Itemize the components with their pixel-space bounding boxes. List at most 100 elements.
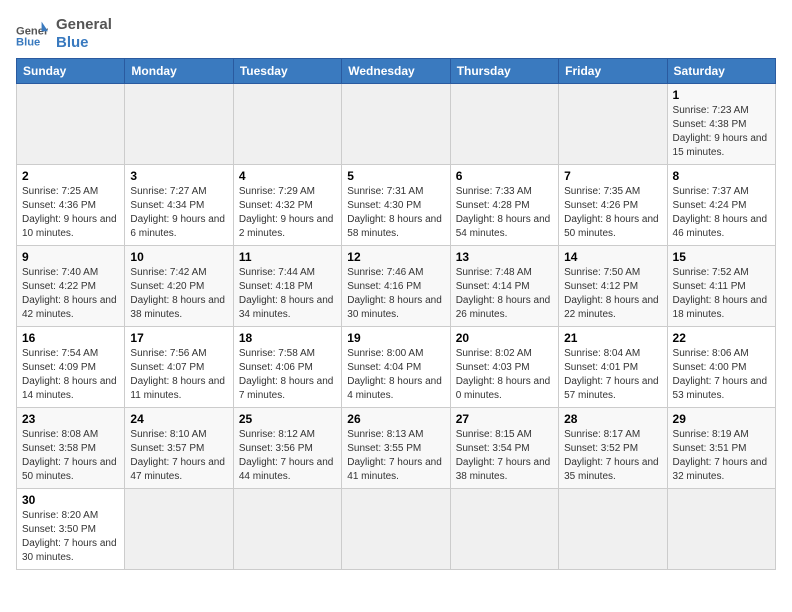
day-info: Sunrise: 8:19 AM Sunset: 3:51 PM Dayligh…: [673, 428, 770, 484]
day-number: 21: [564, 331, 661, 345]
calendar-cell: [233, 489, 341, 570]
calendar-cell: 8 Sunrise: 7:37 AM Sunset: 4:24 PM Daylig…: [667, 165, 775, 246]
calendar-cell: 24 Sunrise: 8:10 AM Sunset: 3:57 PM Dayli…: [125, 408, 233, 489]
day-number: 28: [564, 412, 661, 426]
day-info: Sunrise: 8:02 AM Sunset: 4:03 PM Dayligh…: [456, 347, 553, 403]
day-info: Sunrise: 7:46 AM Sunset: 4:16 PM Dayligh…: [347, 266, 444, 322]
calendar-cell: 4 Sunrise: 7:29 AM Sunset: 4:32 PM Daylig…: [233, 165, 341, 246]
day-number: 25: [239, 412, 336, 426]
weekday-header-thursday: Thursday: [450, 59, 558, 84]
calendar-week-row: 16 Sunrise: 7:54 AM Sunset: 4:09 PM Dayli…: [17, 327, 776, 408]
logo: General Blue General Blue: [16, 16, 112, 52]
weekday-header-friday: Friday: [559, 59, 667, 84]
day-info: Sunrise: 7:37 AM Sunset: 4:24 PM Dayligh…: [673, 185, 770, 241]
day-info: Sunrise: 8:13 AM Sunset: 3:55 PM Dayligh…: [347, 428, 444, 484]
day-number: 7: [564, 169, 661, 183]
day-number: 20: [456, 331, 553, 345]
day-info: Sunrise: 7:25 AM Sunset: 4:36 PM Dayligh…: [22, 185, 119, 241]
day-number: 3: [130, 169, 227, 183]
calendar-cell: 7 Sunrise: 7:35 AM Sunset: 4:26 PM Daylig…: [559, 165, 667, 246]
calendar-header-row: SundayMondayTuesdayWednesdayThursdayFrid…: [17, 59, 776, 84]
day-info: Sunrise: 8:10 AM Sunset: 3:57 PM Dayligh…: [130, 428, 227, 484]
page-header: General Blue General Blue: [16, 16, 776, 52]
day-info: Sunrise: 7:52 AM Sunset: 4:11 PM Dayligh…: [673, 266, 770, 322]
calendar-cell: 17 Sunrise: 7:56 AM Sunset: 4:07 PM Dayli…: [125, 327, 233, 408]
day-number: 5: [347, 169, 444, 183]
calendar-cell: 6Sunrise: 7:33 AM Sunset: 4:28 PM Daylig…: [450, 165, 558, 246]
calendar-cell: 27Sunrise: 8:15 AM Sunset: 3:54 PM Dayli…: [450, 408, 558, 489]
day-info: Sunrise: 7:50 AM Sunset: 4:12 PM Dayligh…: [564, 266, 661, 322]
calendar-cell: [450, 84, 558, 165]
calendar-cell: 19 Sunrise: 8:00 AM Sunset: 4:04 PM Dayli…: [342, 327, 450, 408]
day-number: 10: [130, 250, 227, 264]
calendar-cell: 9 Sunrise: 7:40 AM Sunset: 4:22 PM Daylig…: [17, 246, 125, 327]
day-number: 26: [347, 412, 444, 426]
day-number: 27: [456, 412, 553, 426]
day-info: Sunrise: 7:54 AM Sunset: 4:09 PM Dayligh…: [22, 347, 119, 403]
calendar-cell: [559, 489, 667, 570]
day-info: Sunrise: 7:44 AM Sunset: 4:18 PM Dayligh…: [239, 266, 336, 322]
day-number: 13: [456, 250, 553, 264]
day-info: Sunrise: 7:42 AM Sunset: 4:20 PM Dayligh…: [130, 266, 227, 322]
day-info: Sunrise: 8:17 AM Sunset: 3:52 PM Dayligh…: [564, 428, 661, 484]
calendar-cell: [667, 489, 775, 570]
calendar-cell: 14 Sunrise: 7:50 AM Sunset: 4:12 PM Dayli…: [559, 246, 667, 327]
calendar-cell: [450, 489, 558, 570]
day-info: Sunrise: 8:20 AM Sunset: 3:50 PM Dayligh…: [22, 509, 119, 565]
logo-general-text: General: [56, 16, 112, 34]
calendar-cell: 1 Sunrise: 7:23 AM Sunset: 4:38 PM Daylig…: [667, 84, 775, 165]
calendar-cell: 11 Sunrise: 7:44 AM Sunset: 4:18 PM Dayli…: [233, 246, 341, 327]
day-info: Sunrise: 7:56 AM Sunset: 4:07 PM Dayligh…: [130, 347, 227, 403]
calendar-table: SundayMondayTuesdayWednesdayThursdayFrid…: [16, 58, 776, 570]
calendar-cell: [17, 84, 125, 165]
day-number: 1: [673, 88, 770, 102]
calendar-cell: 2Sunrise: 7:25 AM Sunset: 4:36 PM Daylig…: [17, 165, 125, 246]
weekday-header-saturday: Saturday: [667, 59, 775, 84]
calendar-cell: 23 Sunrise: 8:08 AM Sunset: 3:58 PM Dayli…: [17, 408, 125, 489]
calendar-cell: 22Sunrise: 8:06 AM Sunset: 4:00 PM Dayli…: [667, 327, 775, 408]
svg-text:Blue: Blue: [16, 37, 40, 48]
day-number: 9: [22, 250, 119, 264]
day-number: 11: [239, 250, 336, 264]
day-info: Sunrise: 8:00 AM Sunset: 4:04 PM Dayligh…: [347, 347, 444, 403]
calendar-cell: [125, 84, 233, 165]
day-number: 4: [239, 169, 336, 183]
calendar-cell: [233, 84, 341, 165]
day-number: 30: [22, 493, 119, 507]
day-number: 23: [22, 412, 119, 426]
day-info: Sunrise: 7:23 AM Sunset: 4:38 PM Dayligh…: [673, 104, 770, 160]
calendar-week-row: 9 Sunrise: 7:40 AM Sunset: 4:22 PM Daylig…: [17, 246, 776, 327]
day-number: 15: [673, 250, 770, 264]
calendar-cell: [342, 84, 450, 165]
day-number: 8: [673, 169, 770, 183]
day-info: Sunrise: 7:29 AM Sunset: 4:32 PM Dayligh…: [239, 185, 336, 241]
calendar-cell: [342, 489, 450, 570]
day-info: Sunrise: 8:12 AM Sunset: 3:56 PM Dayligh…: [239, 428, 336, 484]
calendar-cell: 5 Sunrise: 7:31 AM Sunset: 4:30 PM Daylig…: [342, 165, 450, 246]
weekday-header-tuesday: Tuesday: [233, 59, 341, 84]
day-number: 29: [673, 412, 770, 426]
day-info: Sunrise: 8:08 AM Sunset: 3:58 PM Dayligh…: [22, 428, 119, 484]
day-number: 17: [130, 331, 227, 345]
weekday-header-sunday: Sunday: [17, 59, 125, 84]
day-info: Sunrise: 7:31 AM Sunset: 4:30 PM Dayligh…: [347, 185, 444, 241]
calendar-cell: 29 Sunrise: 8:19 AM Sunset: 3:51 PM Dayli…: [667, 408, 775, 489]
logo-blue-text: Blue: [56, 34, 112, 52]
day-info: Sunrise: 7:58 AM Sunset: 4:06 PM Dayligh…: [239, 347, 336, 403]
calendar-cell: [559, 84, 667, 165]
calendar-cell: 30 Sunrise: 8:20 AM Sunset: 3:50 PM Dayli…: [17, 489, 125, 570]
day-info: Sunrise: 7:48 AM Sunset: 4:14 PM Dayligh…: [456, 266, 553, 322]
day-number: 12: [347, 250, 444, 264]
calendar-cell: 10 Sunrise: 7:42 AM Sunset: 4:20 PM Dayli…: [125, 246, 233, 327]
day-info: Sunrise: 7:33 AM Sunset: 4:28 PM Dayligh…: [456, 185, 553, 241]
day-number: 22: [673, 331, 770, 345]
day-number: 14: [564, 250, 661, 264]
day-number: 16: [22, 331, 119, 345]
day-info: Sunrise: 7:40 AM Sunset: 4:22 PM Dayligh…: [22, 266, 119, 322]
weekday-header-wednesday: Wednesday: [342, 59, 450, 84]
day-number: 24: [130, 412, 227, 426]
calendar-week-row: 2Sunrise: 7:25 AM Sunset: 4:36 PM Daylig…: [17, 165, 776, 246]
day-info: Sunrise: 7:35 AM Sunset: 4:26 PM Dayligh…: [564, 185, 661, 241]
calendar-cell: 3Sunrise: 7:27 AM Sunset: 4:34 PM Daylig…: [125, 165, 233, 246]
day-number: 19: [347, 331, 444, 345]
